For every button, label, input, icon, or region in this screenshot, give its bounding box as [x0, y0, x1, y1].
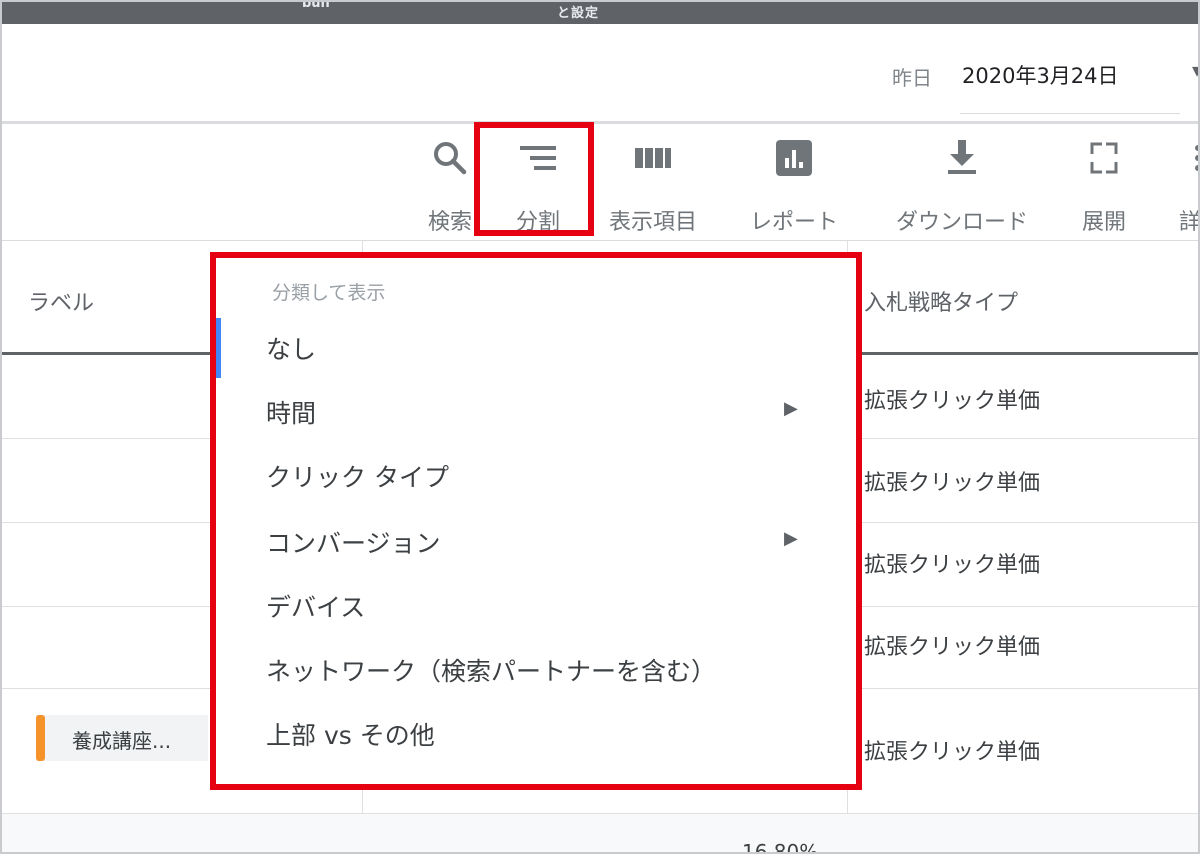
columns-icon — [598, 136, 708, 180]
segment-option-device[interactable]: デバイス — [216, 576, 856, 636]
more-label: 詳 — [1178, 210, 1200, 235]
date-range-label: 昨日 — [892, 66, 932, 90]
download-label: ダウンロード — [895, 210, 1028, 235]
reports-label: レポート — [749, 210, 838, 235]
segment-button-highlight — [474, 122, 594, 236]
bid-strategy-cell: 拡張クリック単価 — [864, 553, 1041, 578]
menu-item-label: クリック タイプ — [266, 463, 449, 492]
download-button[interactable]: ダウンロード — [878, 136, 1046, 236]
bid-strategy-cell: 拡張クリック単価 — [864, 635, 1041, 660]
app-window: bun と設定 昨日 2020年3月24日 ▾ 検索 — [0, 0, 1200, 854]
report-icon — [738, 136, 850, 180]
total-percentage: 16.80% — [742, 840, 819, 854]
segment-menu-title: 分類して表示 — [272, 282, 386, 304]
download-icon — [878, 136, 1046, 180]
segment-menu: 分類して表示 なし 時間 ▶ クリック タイプ コンバージョン ▶ デバイス ネ… — [210, 252, 862, 790]
bid-strategy-cell: 拡張クリック単価 — [864, 740, 1041, 765]
header-text-center: と設定 — [557, 6, 600, 21]
label-chip-text: 養成講座... — [72, 729, 172, 753]
expand-button[interactable]: 展開 — [1074, 136, 1134, 236]
columns-button[interactable]: 表示項目 — [598, 136, 708, 236]
search-icon — [422, 136, 478, 180]
more-button[interactable]: 詳 — [1170, 136, 1200, 236]
date-range-picker[interactable]: 2020年3月24日 — [962, 60, 1119, 90]
expand-icon — [1074, 136, 1134, 180]
column-header-label[interactable]: ラベル — [28, 285, 94, 317]
menu-item-label: デバイス — [266, 593, 366, 622]
dropdown-icon[interactable]: ▾ — [1192, 58, 1198, 82]
reports-button[interactable]: レポート — [738, 136, 850, 236]
columns-label: 表示項目 — [608, 210, 697, 235]
menu-item-label: コンバージョン — [266, 529, 441, 558]
bid-strategy-cell: 拡張クリック単価 — [864, 389, 1041, 414]
search-label: 検索 — [427, 210, 472, 235]
bid-strategy-cell: 拡張クリック単価 — [864, 471, 1041, 496]
label-chip[interactable]: 養成講座... — [36, 715, 208, 761]
segment-option-network[interactable]: ネットワーク（検索パートナーを含む） — [216, 640, 856, 700]
menu-item-label: 時間 — [266, 399, 317, 428]
menu-item-label: ネットワーク（検索パートナーを含む） — [266, 657, 717, 686]
table-toolbar: 検索 分割 表示項目 レポート ダウンロード 展開 詳 — [2, 126, 1200, 240]
segment-option-conversion[interactable]: コンバージョン ▶ — [216, 512, 856, 572]
date-range-bar: 昨日 2020年3月24日 ▾ — [2, 24, 1198, 124]
menu-item-label: 上部 vs その他 — [266, 721, 435, 750]
label-color-bar — [36, 715, 45, 761]
more-icon — [1170, 136, 1198, 180]
segment-option-top-vs-other[interactable]: 上部 vs その他 — [216, 704, 856, 764]
column-header-bid-strategy-type[interactable]: 入札戦略タイプ — [864, 285, 1018, 317]
top-header-strip: bun と設定 — [2, 0, 1198, 24]
segment-option-time[interactable]: 時間 ▶ — [216, 382, 856, 442]
date-underline — [960, 113, 1180, 114]
table-total-row — [2, 814, 1198, 852]
expand-label: 展開 — [1081, 210, 1126, 235]
segment-option-click-type[interactable]: クリック タイプ — [216, 446, 856, 506]
search-button[interactable]: 検索 — [422, 136, 478, 236]
header-text-left: bun — [302, 0, 330, 11]
submenu-arrow-icon: ▶ — [784, 528, 798, 549]
segment-option-none[interactable]: なし — [216, 318, 856, 378]
menu-item-label: なし — [266, 335, 317, 364]
submenu-arrow-icon: ▶ — [784, 398, 798, 419]
